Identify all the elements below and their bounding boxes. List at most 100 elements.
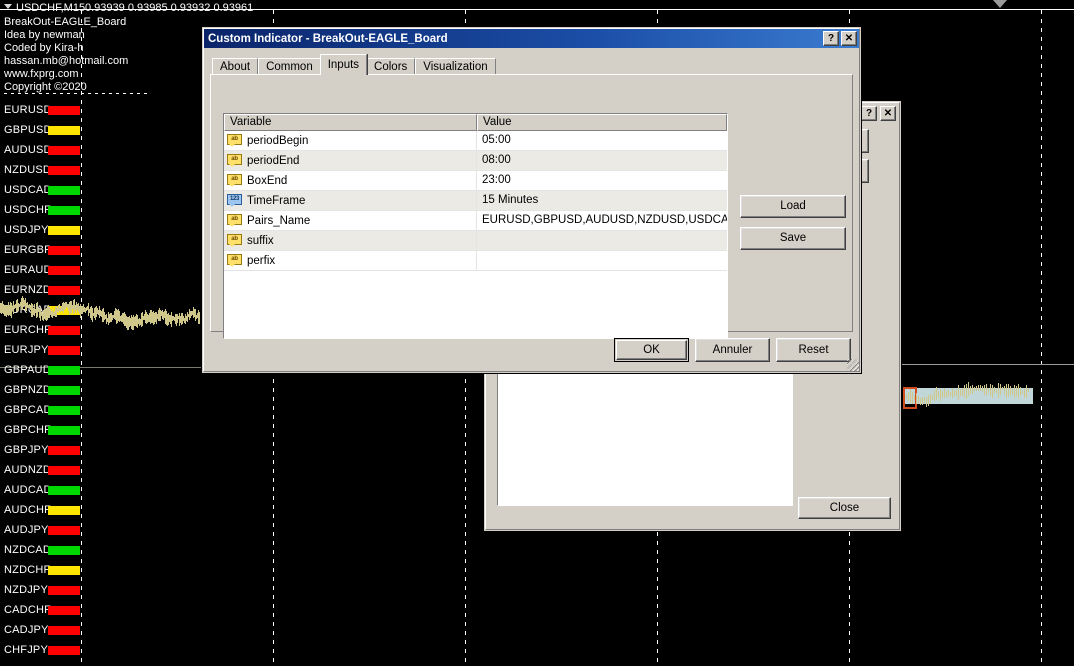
chart-candle xyxy=(908,392,909,401)
secondary-close-button[interactable]: ✕ xyxy=(880,106,896,121)
string-type-icon: ab xyxy=(227,134,242,147)
pair-status-swatch xyxy=(48,546,80,555)
value-cell[interactable]: 08:00 xyxy=(477,151,727,170)
tab-common[interactable]: Common xyxy=(258,58,321,75)
tab-visualization[interactable]: Visualization xyxy=(415,58,495,75)
chart-candle xyxy=(998,383,999,398)
dialog-tab-strip[interactable]: AboutCommon Inputs ColorsVisualization xyxy=(212,54,496,75)
pair-name-label: USDJPY xyxy=(4,224,49,236)
chart-candle xyxy=(972,385,973,394)
pair-status-swatch xyxy=(48,386,80,395)
type-icon-tail xyxy=(229,184,235,187)
tab-inputs[interactable]: Inputs xyxy=(320,54,367,75)
save-button[interactable]: Save xyxy=(740,227,846,250)
ok-button[interactable]: OK xyxy=(614,338,689,362)
dialog-title-bar[interactable]: Custom Indicator - BreakOut-EAGLE_Board … xyxy=(204,29,859,48)
indicator-info-block: BreakOut-EAGLE_Board Idea by newman Code… xyxy=(4,16,128,94)
value-cell[interactable]: EURUSD,GBPUSD,AUDUSD,NZDUSD,USDCA... xyxy=(477,211,727,230)
table-row[interactable]: 123 TimeFrame 15 Minutes xyxy=(224,191,727,211)
chart-candle xyxy=(910,389,911,403)
table-row[interactable]: abperiodEnd08:00 xyxy=(224,151,727,171)
column-header-variable[interactable]: Variable xyxy=(224,114,477,131)
number-type-icon: 123 xyxy=(227,194,242,207)
tab-about[interactable]: About xyxy=(212,58,258,75)
tab-colors[interactable]: Colors xyxy=(366,58,415,75)
pair-status-panel: EURUSDGBPUSDAUDUSDNZDUSDUSDCADUSDCHFUSDJ… xyxy=(4,100,80,660)
pair-status-swatch xyxy=(48,326,80,335)
table-row[interactable]: abperfix xyxy=(224,251,727,271)
pair-status-swatch xyxy=(48,466,80,475)
close-button[interactable]: ✕ xyxy=(841,31,857,46)
variable-name: periodBegin xyxy=(247,135,308,147)
pair-status-swatch xyxy=(48,626,80,635)
variable-name: perfix xyxy=(247,255,275,267)
chart-candle xyxy=(934,390,935,401)
pair-row: AUDCHF xyxy=(4,500,80,520)
chart-candle xyxy=(932,395,933,400)
string-type-icon: ab xyxy=(227,214,242,227)
variable-cell: ab periodBegin xyxy=(224,131,477,150)
chart-candle xyxy=(1012,389,1013,395)
variable-name: TimeFrame xyxy=(247,195,305,207)
chart-candle xyxy=(922,397,923,405)
resize-grip-icon[interactable] xyxy=(847,359,859,371)
table-row[interactable]: abPairs_NameEURUSD,GBPUSD,AUDUSD,NZDUSD,… xyxy=(224,211,727,231)
pair-name-label: AUDCHF xyxy=(4,504,51,516)
secondary-close-text-button[interactable]: Close xyxy=(798,497,891,519)
chart-candle xyxy=(952,388,953,398)
chart-candle xyxy=(966,384,967,399)
chart-candle xyxy=(982,386,983,392)
secondary-help-button[interactable]: ? xyxy=(861,106,877,121)
pair-row: USDCHF xyxy=(4,200,80,220)
string-type-icon: ab xyxy=(227,154,242,167)
type-icon-tail xyxy=(229,244,235,247)
pair-name-label: AUDUSD xyxy=(4,144,52,156)
secondary-close-text-button-label: Close xyxy=(830,502,859,514)
load-button[interactable]: Load xyxy=(740,195,846,218)
pair-status-swatch xyxy=(48,266,80,275)
pair-status-swatch xyxy=(48,586,80,595)
pair-name-label: EURAUD xyxy=(4,264,52,276)
chevron-down-icon[interactable] xyxy=(4,4,12,9)
variable-cell: abperfix xyxy=(224,251,477,270)
reset-button-label: Reset xyxy=(798,344,828,356)
type-icon-tail xyxy=(229,224,235,227)
reset-button[interactable]: Reset xyxy=(776,338,851,362)
pair-row: EURGBP xyxy=(4,240,80,260)
table-row[interactable]: absuffix xyxy=(224,231,727,251)
pair-row: CHFJPY xyxy=(4,640,80,660)
value-cell[interactable] xyxy=(477,231,727,250)
chart-candle xyxy=(926,397,927,407)
chart-candle xyxy=(1010,386,1011,395)
value-cell[interactable] xyxy=(477,251,727,270)
value-cell[interactable]: 23:00 xyxy=(477,171,727,190)
value-cell[interactable]: 15 Minutes xyxy=(477,191,727,210)
chart-candle xyxy=(938,391,939,398)
help-button[interactable]: ? xyxy=(823,31,839,46)
chart-candle xyxy=(968,382,969,396)
cancel-button[interactable]: Annuler xyxy=(695,338,770,362)
value-cell[interactable]: 05:00 xyxy=(477,131,727,150)
tab-label: Inputs xyxy=(328,59,359,71)
chart-candle xyxy=(956,390,957,396)
type-icon-tail xyxy=(229,204,235,207)
chart-candle xyxy=(916,393,917,404)
chart-candle xyxy=(970,386,971,394)
table-row[interactable]: abBoxEnd23:00 xyxy=(224,171,727,191)
chart-candle xyxy=(906,395,907,399)
chart-candle xyxy=(1022,391,1023,394)
pair-name-label: EURUSD xyxy=(4,104,52,116)
pair-status-swatch xyxy=(48,166,80,175)
pair-status-swatch xyxy=(48,186,80,195)
table-row[interactable]: ab periodBegin 05:00 xyxy=(224,131,727,151)
custom-indicator-dialog[interactable]: Custom Indicator - BreakOut-EAGLE_Board … xyxy=(201,26,862,374)
chart-candle xyxy=(948,390,949,397)
pair-status-swatch xyxy=(48,346,80,355)
chart-candle xyxy=(1002,387,1003,390)
chart-symbol-label: USDCHF,M15 xyxy=(16,2,85,15)
parameters-table[interactable]: Variable Value ab periodBegin 05:00abperio… xyxy=(223,113,728,339)
secondary-output-listbox[interactable] xyxy=(497,354,793,506)
column-header-value[interactable]: Value xyxy=(477,114,727,131)
pair-row: NZDJPY xyxy=(4,580,80,600)
pair-name-label: GBPNZD xyxy=(4,384,51,396)
